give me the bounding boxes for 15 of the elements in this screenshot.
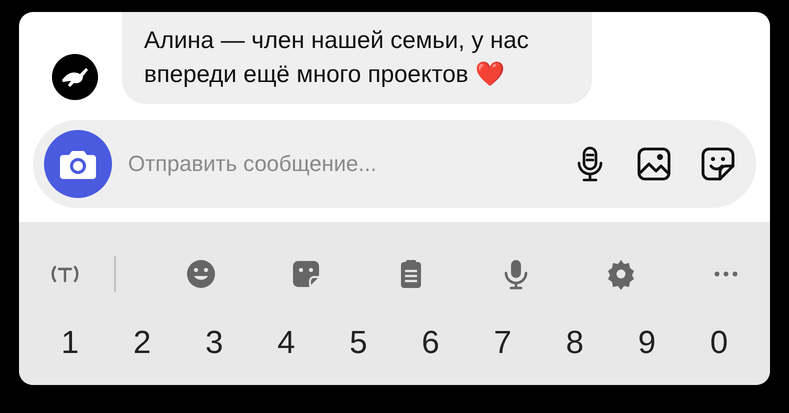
key[interactable]: 4	[257, 320, 316, 364]
key[interactable]: 7	[474, 320, 532, 364]
key[interactable]: 5	[329, 320, 388, 364]
message-text: Алина — член нашей семьи, у нас впереди ещё много проектов ❤	[144, 26, 530, 90]
key[interactable]: 2	[113, 320, 172, 364]
key[interactable]: 0	[690, 320, 748, 364]
key[interactable]: 9	[618, 320, 676, 364]
key[interactable]: 1	[41, 320, 99, 364]
key[interactable]: 8	[546, 320, 604, 364]
key[interactable]: 6	[402, 320, 460, 364]
message-input[interactable]: Отправить сообщение...	[126, 150, 550, 178]
avatar-icon	[52, 54, 98, 100]
camera-button[interactable]	[44, 130, 112, 198]
key[interactable]: 3	[185, 320, 244, 364]
camera-icon	[60, 149, 96, 179]
